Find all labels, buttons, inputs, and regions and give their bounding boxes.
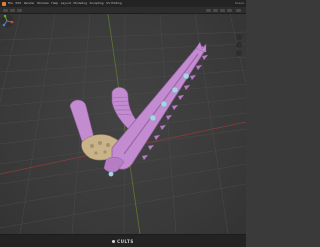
menu-render[interactable]: Render	[24, 0, 35, 7]
viewport-header	[0, 7, 246, 14]
menu-window[interactable]: Window	[37, 0, 49, 7]
watermark-logo-icon	[112, 239, 116, 243]
camera-view-icon[interactable]	[236, 50, 242, 56]
tab-layout[interactable]: Layout	[61, 0, 71, 7]
floor-grid	[0, 14, 246, 234]
shading-solid-button[interactable]	[206, 8, 211, 12]
pan-icon[interactable]	[236, 42, 242, 48]
mode-button[interactable]	[10, 8, 15, 12]
options-button[interactable]	[236, 8, 241, 12]
menu-edit[interactable]: Edit	[16, 0, 22, 7]
view-menu-button[interactable]	[17, 8, 22, 12]
menu-file[interactable]: File	[8, 0, 13, 7]
tab-modeling[interactable]: Modeling	[73, 0, 87, 7]
editor-type-button[interactable]	[3, 8, 8, 12]
viewport-canvas	[0, 14, 246, 234]
guard-gem	[108, 171, 114, 177]
scene-selector[interactable]: Scene	[235, 0, 244, 7]
tab-sculpting[interactable]: Sculpting	[90, 0, 104, 7]
3d-viewport[interactable]	[0, 14, 246, 234]
app-logo-icon[interactable]	[2, 1, 6, 6]
shading-material-button[interactable]	[213, 8, 218, 12]
overlay-button[interactable]	[220, 8, 225, 12]
tab-uv-editing[interactable]: UV Editing	[106, 0, 122, 7]
blade-guard	[103, 157, 125, 173]
gizmo-toggle-button[interactable]	[227, 8, 232, 12]
blender-window: File Edit Render Window Help Layout Mode…	[0, 0, 246, 247]
watermark-text: CULTS	[117, 238, 134, 244]
bottom-bar: CULTS	[0, 234, 246, 247]
zoom-icon[interactable]	[236, 34, 242, 40]
top-menu-bar: File Edit Render Window Help Layout Mode…	[0, 0, 246, 7]
navigation-gizmo-icon[interactable]	[0, 14, 14, 28]
menu-help[interactable]: Help	[51, 0, 58, 7]
